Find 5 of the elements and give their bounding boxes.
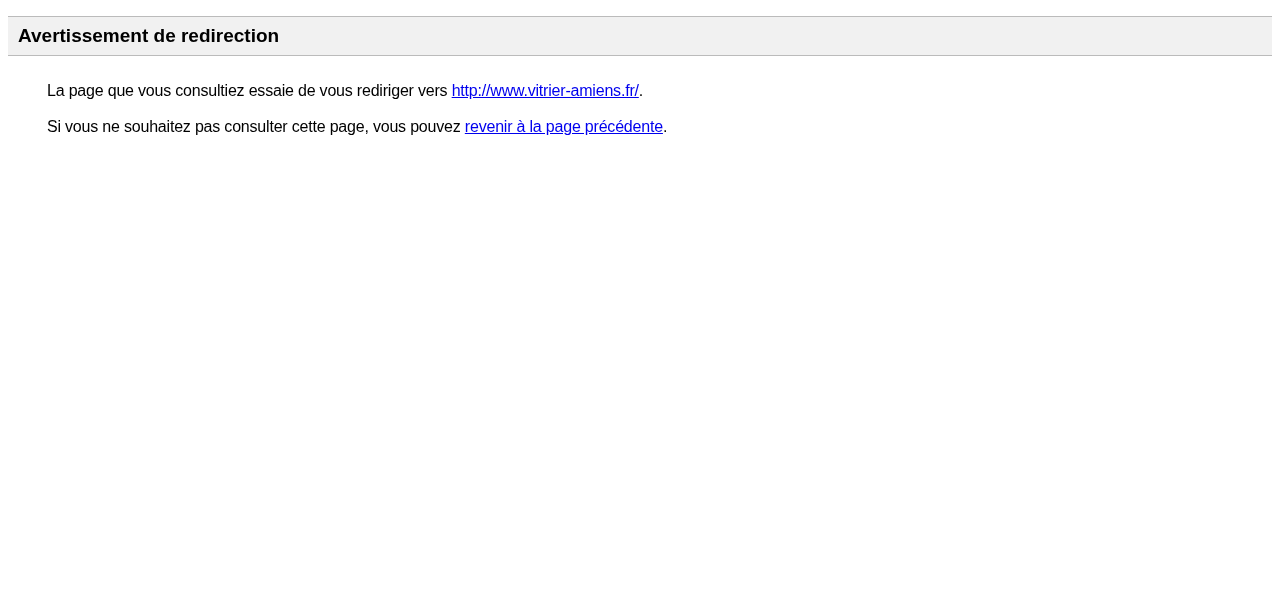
page-title: Avertissement de redirection bbox=[8, 16, 1272, 56]
message-text: Si vous ne souhaitez pas consulter cette page, vous pouvez revenir à la page précédente. bbox=[47, 117, 669, 136]
text-link[interactable]: revenir à la page précédente bbox=[464, 118, 663, 135]
message-text: La page que vous consultiez essaie de vous rediriger vers http://www.vitrier-amiens.fr/. bbox=[47, 81, 645, 100]
text-link[interactable]: http://www.vitrier-amiens.fr/ bbox=[451, 82, 639, 99]
